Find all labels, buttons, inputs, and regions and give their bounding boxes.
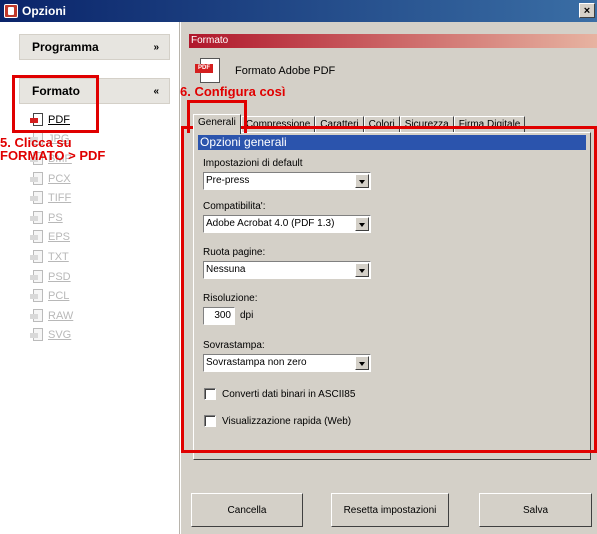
- window-titlebar: Opzioni ×: [0, 0, 597, 22]
- svg-file-icon: [30, 328, 44, 342]
- chevron-down-icon[interactable]: [355, 356, 369, 370]
- psd-file-icon: [30, 269, 44, 284]
- ps-file-icon: [30, 210, 44, 225]
- format-name: Formato Adobe PDF: [235, 65, 336, 77]
- tab-generali[interactable]: Generali: [193, 114, 241, 134]
- sidebar-item-label[interactable]: PCX: [48, 173, 71, 185]
- pdf-file-icon: [30, 112, 44, 127]
- tiff-file-icon: [30, 191, 44, 205]
- sidebar-item-eps[interactable]: EPS: [30, 228, 170, 248]
- chevron-down-icon[interactable]: [355, 263, 369, 277]
- rotate-pages-value: Nessuna: [206, 264, 246, 275]
- button-bar: Cancella Resetta impostazioni Salva: [181, 493, 597, 534]
- sidebar-item-label[interactable]: TIFF: [48, 192, 71, 204]
- options-header: Opzioni generali: [198, 135, 586, 150]
- cancel-button[interactable]: Cancella: [191, 493, 303, 527]
- fast-web-view-label: Visualizzazione rapida (Web): [222, 415, 352, 427]
- sidebar-group-label: Programma: [32, 40, 99, 54]
- chevron-down-icon[interactable]: [355, 217, 369, 231]
- convert-ascii85-row[interactable]: Converti dati binari in ASCII85: [204, 388, 355, 400]
- sidebar-item-pcl[interactable]: PCL: [30, 286, 170, 306]
- txt-file-icon: [30, 249, 44, 264]
- rotate-pages-select[interactable]: Nessuna: [203, 261, 371, 279]
- resolution-label: Risoluzione:: [203, 293, 258, 304]
- eps-file-icon: [30, 230, 44, 244]
- sidebar-item-raw[interactable]: RAW: [30, 306, 170, 326]
- close-button[interactable]: ×: [579, 3, 595, 18]
- rotate-pages-label: Ruota pagine:: [203, 247, 266, 258]
- sidebar-item-label[interactable]: PCL: [48, 290, 69, 302]
- section-header: Formato: [189, 34, 597, 48]
- sidebar-group-formato[interactable]: Formato «: [19, 78, 170, 104]
- sidebar-item-label[interactable]: RAW: [48, 310, 73, 322]
- chevron-up-icon: «: [153, 85, 159, 97]
- pdf-document-icon: PDF: [195, 58, 221, 84]
- sidebar-item-pcx[interactable]: PCX: [30, 169, 170, 189]
- tab-strip: Generali Compressione Caratteri Colori S…: [193, 114, 526, 134]
- window-title: Opzioni: [22, 4, 66, 18]
- convert-ascii85-label: Converti dati binari in ASCII85: [222, 388, 356, 400]
- format-title-row: PDF Formato Adobe PDF: [195, 58, 335, 84]
- pcl-file-icon: [30, 289, 44, 303]
- fast-web-view-checkbox[interactable]: [204, 415, 216, 427]
- annotation-step-6: 6. Configura così: [180, 84, 286, 99]
- raw-file-icon: [30, 308, 44, 323]
- default-settings-value: Pre-press: [206, 175, 250, 186]
- compatibility-value: Adobe Acrobat 4.0 (PDF 1.3): [206, 218, 335, 229]
- sidebar-item-label[interactable]: PDF: [48, 114, 70, 126]
- sidebar-group-programma[interactable]: Programma »: [19, 34, 170, 60]
- annotation-step-5: 5. Clicca su FORMATO > PDF: [0, 135, 106, 163]
- overprint-select[interactable]: Sovrastampa non zero: [203, 354, 371, 372]
- sidebar-item-ps[interactable]: PS: [30, 208, 170, 228]
- overprint-value: Sovrastampa non zero: [206, 357, 307, 368]
- sidebar-item-label[interactable]: PS: [48, 212, 63, 224]
- sidebar-item-txt[interactable]: TXT: [30, 247, 170, 267]
- sidebar-group-label: Formato: [32, 84, 80, 98]
- sidebar-item-pdf[interactable]: PDF: [30, 110, 170, 130]
- resolution-input[interactable]: 300: [203, 307, 235, 325]
- sidebar-item-label[interactable]: SVG: [48, 329, 71, 341]
- chevron-down-icon: »: [153, 41, 159, 53]
- sidebar-item-label[interactable]: EPS: [48, 231, 70, 243]
- compatibility-select[interactable]: Adobe Acrobat 4.0 (PDF 1.3): [203, 215, 371, 233]
- pcx-file-icon: [30, 171, 44, 186]
- sidebar-item-label[interactable]: PSD: [48, 271, 71, 283]
- sidebar: Programma » Formato « PDF JPG BMP PCX TI…: [0, 22, 180, 534]
- tab-panel-generali: Opzioni generali Impostazioni di default…: [193, 132, 591, 460]
- sidebar-item-label[interactable]: TXT: [48, 251, 69, 263]
- save-button[interactable]: Salva: [479, 493, 592, 527]
- app-icon: [4, 4, 18, 18]
- overprint-label: Sovrastampa:: [203, 340, 265, 351]
- chevron-down-icon[interactable]: [355, 174, 369, 188]
- sidebar-item-svg[interactable]: SVG: [30, 326, 170, 346]
- sidebar-item-tiff[interactable]: TIFF: [30, 188, 170, 208]
- default-settings-label: Impostazioni di default: [203, 158, 303, 169]
- convert-ascii85-checkbox[interactable]: [204, 388, 216, 400]
- resolution-unit: dpi: [240, 310, 254, 321]
- fast-web-view-row[interactable]: Visualizzazione rapida (Web): [204, 415, 351, 427]
- compatibility-label: Compatibilita':: [203, 201, 266, 212]
- default-settings-select[interactable]: Pre-press: [203, 172, 371, 190]
- sidebar-item-psd[interactable]: PSD: [30, 267, 170, 287]
- reset-settings-button[interactable]: Resetta impostazioni: [331, 493, 449, 527]
